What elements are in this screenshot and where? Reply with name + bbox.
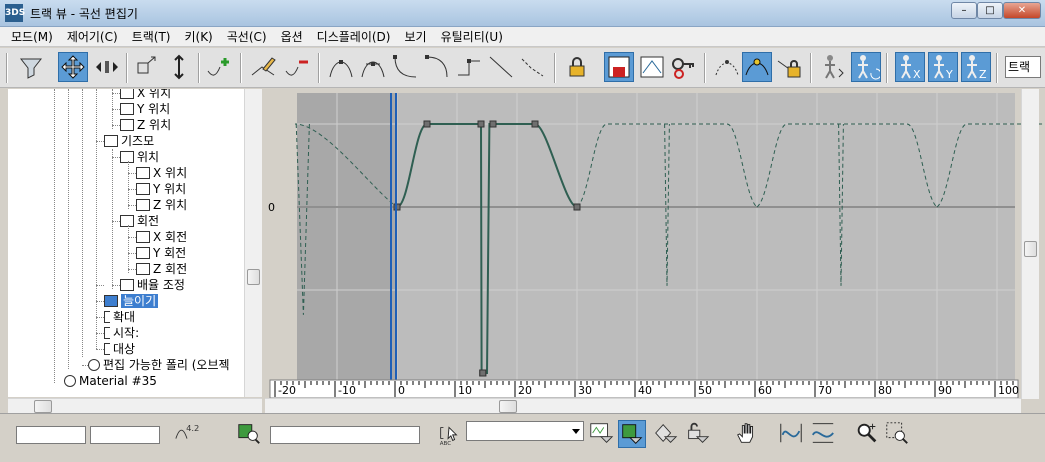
curve-key: [489, 120, 497, 128]
ruler-tick-label: 70: [818, 384, 832, 397]
filter-combo[interactable]: [466, 421, 584, 441]
graph-horizontal-scrollbar[interactable]: [265, 398, 1021, 414]
curve-key: [573, 203, 581, 211]
frame-field[interactable]: [16, 426, 86, 444]
curve-value-icon[interactable]: 4.2: [174, 420, 202, 448]
curve-key: [531, 120, 539, 128]
ruler-tick-label: -20: [278, 384, 296, 397]
ruler-tick-label: 0: [398, 384, 405, 397]
graph-vertical-scrollbar[interactable]: [1021, 89, 1039, 399]
zoom-selected-object-icon[interactable]: [236, 420, 264, 448]
ruler-tick-label: 50: [698, 384, 712, 397]
zoom-region-icon[interactable]: [884, 420, 912, 448]
ruler-tick-label: 20: [518, 384, 532, 397]
zoom-value-extents-icon[interactable]: [810, 420, 838, 448]
ruler-tick-label: 100: [998, 384, 1019, 397]
curve-key: [477, 120, 485, 128]
graph-horizontal-scroll-thumb[interactable]: [499, 400, 517, 413]
ruler-tick-label: 10: [458, 384, 472, 397]
zoom-horizontal-extents-icon[interactable]: [778, 420, 806, 448]
filter-selected-objects-icon[interactable]: [618, 420, 646, 448]
chevron-down-icon: [572, 429, 580, 434]
ruler-tick-label: 60: [758, 384, 772, 397]
name-text-icon[interactable]: ABC: [436, 420, 464, 448]
ruler-tick-label: -10: [338, 384, 356, 397]
graph-vertical-scroll-thumb[interactable]: [1024, 241, 1037, 257]
ruler-tick-label: 90: [938, 384, 952, 397]
curve-key: [479, 369, 487, 377]
filter-unlocked-attributes-icon[interactable]: [684, 420, 712, 448]
value-badge: 4.2: [186, 423, 199, 433]
filter-animated-tracks-icon[interactable]: [652, 420, 680, 448]
name-field[interactable]: [270, 426, 420, 444]
value-field[interactable]: [90, 426, 160, 444]
curve-key: [423, 120, 431, 128]
status-bar: 4.2 ABC: [0, 413, 1045, 462]
ruler-tick-label: 40: [638, 384, 652, 397]
pan-icon[interactable]: [734, 420, 762, 448]
ruler-tick-label: 80: [878, 384, 892, 397]
filter-selected-tracks-icon[interactable]: [588, 420, 616, 448]
curve-graph[interactable]: -20 -10 0 10 20 30 40 50 60 70 80 90 100: [0, 0, 1045, 462]
zoom-icon[interactable]: [854, 420, 882, 448]
graph-zero-label: 0: [268, 201, 275, 214]
ruler-tick-label: 30: [578, 384, 592, 397]
svg-text:ABC: ABC: [440, 441, 452, 446]
